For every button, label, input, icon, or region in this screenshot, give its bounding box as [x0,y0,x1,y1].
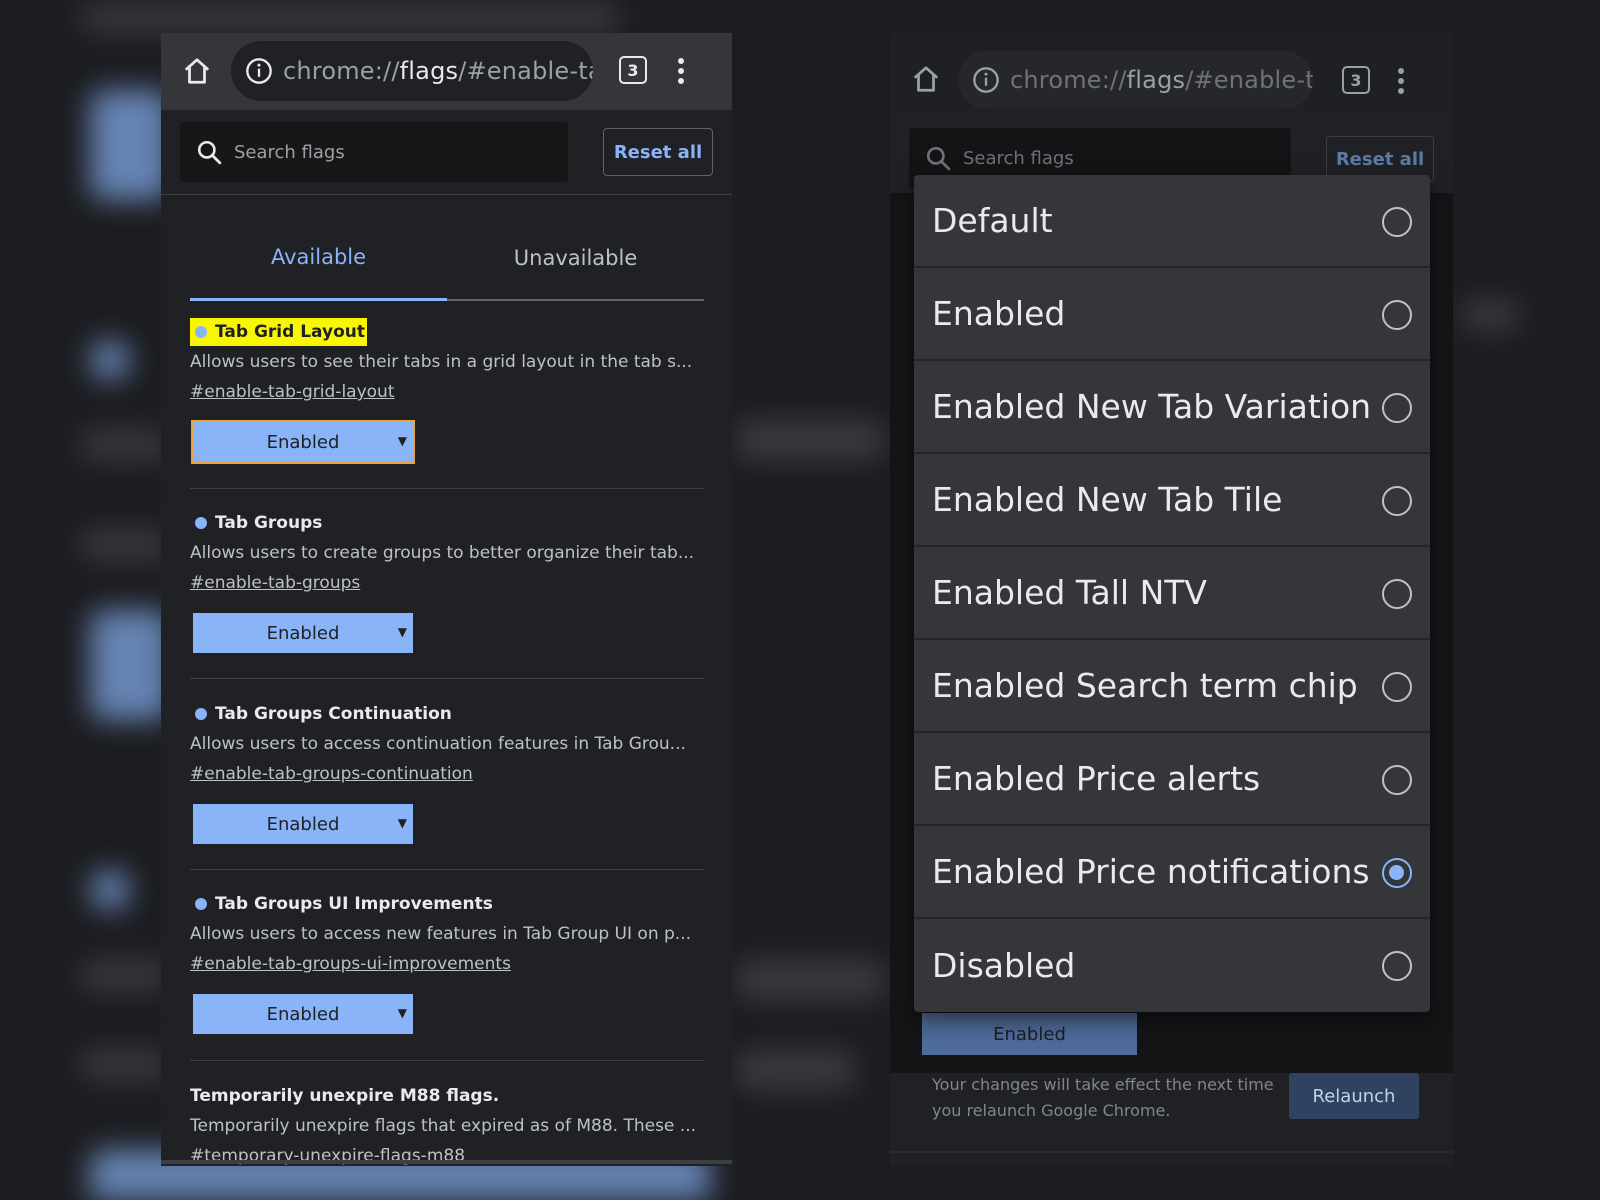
omnibox[interactable]: chrome://flags/#enable-ta [231,41,593,101]
browser-toolbar: chrome://flags/#enable-ta 3 [161,33,732,110]
flag-title: Temporarily unexpire M88 flags. [190,1086,500,1106]
search-icon [925,145,951,171]
divider [190,678,704,679]
flag-link[interactable]: #enable-tab-grid-layout [190,382,704,402]
flag-state-select: Enabled [922,1013,1137,1055]
flag-bullet-icon [195,326,207,338]
search-icon [196,139,222,165]
dropdown-arrow-icon: ▼ [397,625,407,639]
relaunch-message: Your changes will take effect the next t… [932,1075,1274,1120]
divider [190,1060,704,1061]
option-enabled-new-tab-variation[interactable]: Enabled New Tab Variation [914,361,1430,454]
option-enabled-search-term-chip[interactable]: Enabled Search term chip [914,640,1430,733]
option-enabled-price-alerts[interactable]: Enabled Price alerts [914,733,1430,826]
radio-button[interactable] [1382,765,1412,795]
radio-button-checked[interactable] [1382,858,1412,888]
tab-available[interactable]: Available [190,216,447,301]
tab-bar: Available Unavailable [190,216,704,301]
flag-link[interactable]: #enable-tab-groups-ui-improvements [190,954,704,974]
flags-page-phone: chrome://flags/#enable-ta 3 Reset all Av… [161,33,732,1166]
tab-unavailable[interactable]: Unavailable [447,216,704,299]
flag-description: Temporarily unexpire flags that expired … [190,1116,697,1136]
option-enabled[interactable]: Enabled [914,268,1430,361]
flag-bullet-icon [195,517,207,529]
option-enabled-tall-ntv[interactable]: Enabled Tall NTV [914,547,1430,640]
flag-description: Allows users to access continuation feat… [190,734,686,754]
info-icon[interactable] [245,57,273,85]
search-box[interactable] [180,122,568,182]
radio-button[interactable] [1382,486,1412,516]
flag-title: Tab Groups UI Improvements [190,890,495,918]
relaunch-button[interactable]: Relaunch [1289,1073,1419,1119]
flag-options-dialog: Default Enabled Enabled New Tab Variatio… [914,175,1430,1012]
radio-button[interactable] [1382,300,1412,330]
flag-bullet-icon [195,708,207,720]
radio-button[interactable] [1382,951,1412,981]
option-enabled-new-tab-tile[interactable]: Enabled New Tab Tile [914,454,1430,547]
search-placeholder: Search flags [963,147,1074,169]
flag-state-select[interactable]: Enabled ▼ [193,994,413,1034]
option-enabled-price-notifications[interactable]: Enabled Price notifications [914,826,1430,919]
omnibox[interactable]: chrome://flags/#enable-ta [958,51,1313,109]
radio-button[interactable] [1382,579,1412,609]
more-vert-icon[interactable] [673,53,689,89]
option-default[interactable]: Default [914,175,1430,268]
radio-button[interactable] [1382,207,1412,237]
flag-item: Tab Groups UI Improvements Allows users … [190,890,704,1034]
flag-state-select[interactable]: Enabled ▼ [193,613,413,653]
flag-item: Tab Groups Allows users to create groups… [190,509,704,653]
flag-title: Tab Groups [190,509,324,537]
flag-item: Tab Grid Layout Allows users to see thei… [190,318,704,464]
radio-button[interactable] [1382,393,1412,423]
flag-link[interactable]: #enable-tab-groups [190,573,704,593]
reset-all-button[interactable]: Reset all [603,128,713,176]
divider [190,488,704,489]
divider [890,1151,1453,1153]
more-vert-icon[interactable] [1393,63,1409,99]
dropdown-arrow-icon: ▼ [397,434,407,448]
url-text: chrome://flags/#enable-ta [283,57,593,85]
flag-link[interactable]: #enable-tab-groups-continuation [190,764,704,784]
flag-item: Tab Groups Continuation Allows users to … [190,700,704,844]
flag-item: Temporarily unexpire M88 flags. Temporar… [190,1082,704,1166]
home-icon[interactable] [908,61,944,97]
flag-state-select[interactable]: Enabled ▼ [193,804,413,844]
option-disabled[interactable]: Disabled [914,919,1430,1012]
search-row: Reset all [161,110,732,195]
flag-title: Tab Groups Continuation [190,700,454,728]
divider [190,869,704,870]
search-input[interactable] [234,141,534,163]
flag-description: Allows users to access new features in T… [190,924,692,944]
tab-switcher-button[interactable]: 3 [1342,66,1370,94]
browser-toolbar: chrome://flags/#enable-ta 3 [890,33,1453,110]
flag-bullet-icon [195,898,207,910]
url-text: chrome://flags/#enable-ta [1010,66,1313,94]
dropdown-arrow-icon: ▼ [397,816,407,830]
flag-description: Allows users to see their tabs in a grid… [190,352,693,372]
flag-title: Tab Grid Layout [190,318,367,346]
flag-options-phone: chrome://flags/#enable-ta 3 Search flags… [890,33,1453,1166]
info-icon[interactable] [972,66,1000,94]
flag-state-select[interactable]: Enabled ▼ [191,420,415,464]
dropdown-arrow-icon: ▼ [397,1006,407,1020]
radio-button[interactable] [1382,672,1412,702]
tab-switcher-button[interactable]: 3 [619,56,647,84]
bottom-edge [161,1160,732,1164]
flag-description: Allows users to create groups to better … [190,543,695,563]
home-icon[interactable] [179,53,215,89]
